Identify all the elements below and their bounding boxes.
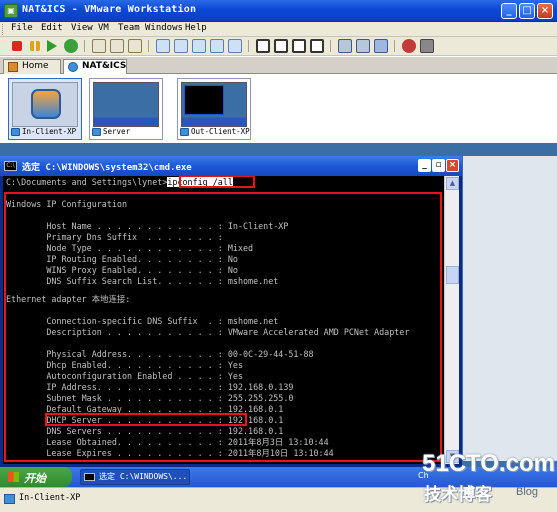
tab-nat-ics[interactable]: NAT&ICS (63, 59, 127, 74)
record-icon[interactable] (402, 39, 416, 53)
capture-movie-icon[interactable] (420, 39, 434, 53)
snapshot-manager-icon[interactable] (128, 39, 142, 53)
scrollbar-thumb[interactable] (446, 266, 459, 284)
status-text: In-Client-XP (19, 493, 81, 503)
vm-thumbnail-server[interactable]: Server (89, 78, 163, 140)
vm-thumbnail-in-client-xp[interactable]: In-Client-XP (8, 78, 82, 140)
cmd-title: 选定 C:\WINDOWS\system32\cmd.exe (22, 163, 192, 173)
menu-windows[interactable]: Windows (145, 23, 183, 33)
full-screen-icon[interactable] (256, 39, 270, 53)
cmd-window[interactable]: C:\ 选定 C:\WINDOWS\system32\cmd.exe _ ▫ ×… (0, 156, 462, 467)
quick-switch-icon[interactable] (274, 39, 288, 53)
vm-label: Out-Client-XP (179, 126, 250, 138)
toolbar-separator (84, 40, 85, 52)
cmd-icon: C:\ (4, 161, 17, 171)
show-sidebar-icon[interactable] (338, 39, 352, 53)
team-icon (68, 62, 78, 72)
start-button[interactable]: 开始 (0, 467, 72, 487)
close-button[interactable]: × (537, 3, 553, 19)
status-bar: In-Client-XP (0, 487, 557, 512)
console-output[interactable]: C:\Documents and Settings\lynet>ipconfig… (3, 176, 444, 464)
guest-desktop[interactable]: C:\ 选定 C:\WINDOWS\system32\cmd.exe _ ▫ ×… (0, 143, 557, 487)
tab-bar: Home NAT&ICS (0, 57, 557, 74)
team-power-icon[interactable] (174, 39, 188, 53)
power-off-icon[interactable] (12, 41, 22, 51)
menu-file[interactable]: File (11, 23, 33, 33)
show-tabs-icon[interactable] (374, 39, 388, 53)
reset-icon[interactable] (64, 39, 78, 53)
taskbar-item-cmd[interactable]: 选定 C:\WINDOWS\... (80, 469, 190, 485)
vm-thumbnail-strip: In-Client-XP Server Out-Client-XP (0, 74, 557, 142)
guest-taskbar: 开始 选定 C:\WINDOWS\... Ch (0, 467, 557, 487)
scroll-up-icon[interactable]: ▲ (446, 177, 459, 190)
desktop-background (463, 156, 557, 461)
windows-logo-icon (8, 472, 19, 482)
tray-language[interactable]: Ch (418, 471, 429, 480)
team-clone-icon[interactable] (228, 39, 242, 53)
vm-icon (92, 128, 101, 136)
menu-vm[interactable]: VM (98, 23, 109, 33)
command-highlight-box (179, 176, 255, 188)
menu-team[interactable]: Team (118, 23, 140, 33)
vm-label: In-Client-XP (10, 126, 80, 138)
maximize-button[interactable]: □ (519, 3, 535, 19)
dhcp-server-highlight-box (45, 413, 247, 426)
suspend-icon[interactable] (30, 41, 40, 51)
vm-screen-preview (12, 82, 78, 127)
cmd-minimize-button[interactable]: _ (418, 159, 431, 172)
toolbar (0, 37, 557, 56)
menu-grip (2, 24, 5, 35)
team-network-icon[interactable] (210, 39, 224, 53)
snapshot-icon[interactable] (92, 39, 106, 53)
cmd-icon (84, 473, 95, 481)
cmd-preview (184, 85, 224, 115)
vm-thumbnail-out-client-xp[interactable]: Out-Client-XP (177, 78, 251, 140)
vm-label: Server (91, 126, 161, 138)
toolbar-separator (394, 40, 395, 52)
vmware-logo-icon (31, 89, 61, 119)
tab-label: NAT&ICS (82, 61, 127, 71)
team-settings-icon[interactable] (192, 39, 206, 53)
cmd-restore-button[interactable]: ▫ (432, 159, 445, 172)
show-thumbnails-icon[interactable] (356, 39, 370, 53)
minimize-button[interactable]: _ (501, 3, 517, 19)
tab-label: Home (22, 61, 49, 71)
power-on-icon[interactable] (47, 40, 57, 52)
window-titlebar: ▣ NAT&ICS - VMware Workstation _ □ × (0, 0, 557, 22)
window-title: NAT&ICS - VMware Workstation (22, 4, 197, 15)
console-scrollbar[interactable]: ▲ ▼ (444, 176, 459, 464)
toolbar-separator (248, 40, 249, 52)
vm-icon (4, 494, 15, 504)
menu-view[interactable]: View (71, 23, 93, 33)
team-icon[interactable] (156, 39, 170, 53)
toolbar-separator (148, 40, 149, 52)
console-prompt: C:\Documents and Settings\lynet> (6, 177, 168, 187)
revert-snapshot-icon[interactable] (110, 39, 124, 53)
taskbar-item-label: 选定 C:\WINDOWS\... (99, 472, 188, 481)
home-icon (8, 62, 18, 72)
menu-help[interactable]: Help (185, 23, 207, 33)
vm-icon (180, 128, 189, 136)
vm-screen-preview (181, 82, 247, 127)
start-label: 开始 (24, 472, 46, 485)
toolbar-separator (330, 40, 331, 52)
vmware-app-icon: ▣ (4, 4, 18, 18)
menu-bar: File Edit View VM Team Windows Help (0, 22, 557, 37)
cmd-close-button[interactable]: × (446, 159, 459, 172)
vm-icon (11, 128, 20, 136)
menu-edit[interactable]: Edit (41, 23, 63, 33)
cmd-titlebar: C:\ 选定 C:\WINDOWS\system32\cmd.exe _ ▫ × (0, 156, 462, 176)
summary-view-icon[interactable] (292, 39, 306, 53)
tab-home[interactable]: Home (3, 59, 61, 74)
scroll-down-icon[interactable]: ▼ (446, 450, 459, 463)
vm-screen-preview (93, 82, 159, 127)
console-view-icon[interactable] (310, 39, 324, 53)
